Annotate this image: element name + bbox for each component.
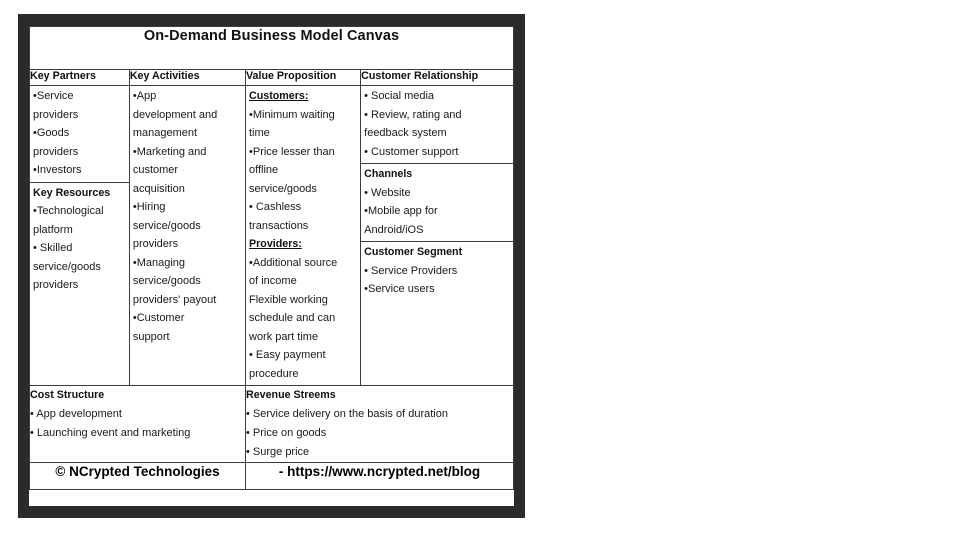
list-item: service/goods — [33, 260, 101, 273]
list-item: •Service users — [364, 283, 435, 295]
block-customer-segment: Customer Segment • Service Providers •Se… — [361, 241, 513, 301]
column-header-key-partners: Key Partners — [29, 69, 130, 86]
list-item: • Launching event and marketing — [30, 426, 191, 439]
list-item: providers — [33, 279, 79, 291]
footer-copyright: © NCrypted Technologies — [55, 463, 220, 479]
canvas-body-row: •Service providers •Goods providers •Inv… — [29, 85, 514, 386]
footer-url-link[interactable]: - https://www.ncrypted.net/blog — [279, 464, 480, 479]
block-channels: Channels • Website •Mobile app for Andro… — [361, 163, 513, 241]
block-title-cost-structure: Cost Structure — [30, 389, 105, 401]
list-item: •Minimum waiting — [249, 108, 335, 121]
list-item: • Service delivery on the basis of durat… — [246, 407, 448, 420]
list-item: • App development — [30, 407, 122, 420]
list-item: •Price lesser than — [249, 145, 335, 158]
block-title-customers: Customers: — [249, 90, 309, 102]
block-value-proposition: Customers: •Minimum waiting time •Price … — [246, 86, 360, 385]
column-header-row: Key Partners Key Activities Value Propos… — [29, 69, 514, 86]
canvas-outer-frame: On-Demand Business Model Canvas Key Part… — [18, 14, 525, 518]
list-item: •Investors — [33, 164, 82, 176]
canvas-title-row: On-Demand Business Model Canvas — [29, 26, 514, 70]
footer-url-cell[interactable]: - https://www.ncrypted.net/blog — [245, 461, 514, 490]
list-item: offline — [249, 164, 279, 176]
list-item: •Goods — [33, 127, 70, 139]
list-item: •Customer — [132, 312, 185, 324]
list-item: work part time — [249, 330, 319, 343]
cell-cost-structure: Cost Structure • App development • Launc… — [29, 385, 246, 463]
list-item: management — [132, 127, 198, 139]
block-customer-relationship: • Social media • Review, rating and feed… — [361, 86, 513, 163]
block-title-channels: Channels — [364, 168, 413, 180]
column-header-value-proposition: Value Proposition — [244, 69, 362, 86]
list-item: providers — [132, 238, 179, 250]
list-item: • Easy payment — [249, 349, 326, 361]
list-item: time — [249, 127, 270, 139]
list-item: • Cashless — [249, 201, 302, 213]
list-item: transactions — [249, 219, 309, 232]
list-item: providers' payout — [132, 293, 217, 306]
list-item: service/goods — [132, 219, 201, 232]
list-item: •Hiring — [132, 201, 166, 213]
list-item: • Customer support — [364, 145, 459, 158]
list-item: development and — [132, 108, 218, 121]
canvas-title-cell: On-Demand Business Model Canvas — [29, 26, 514, 70]
block-key-partners: •Service providers •Goods providers •Inv… — [30, 86, 129, 182]
list-item: providers — [33, 145, 79, 158]
list-item: schedule and can — [249, 312, 336, 324]
canvas-bottom-row: Cost Structure • App development • Launc… — [29, 385, 514, 463]
list-item: •Marketing and — [132, 145, 207, 158]
block-title-revenue-streams: Revenue Streems — [246, 389, 336, 401]
list-item: • Review, rating and — [364, 108, 462, 121]
block-title-customer-segment: Customer Segment — [364, 246, 463, 258]
list-item: feedback system — [364, 127, 447, 139]
list-item: service/goods — [132, 275, 201, 287]
cell-customer-relationship-channels-segment: • Social media • Review, rating and feed… — [360, 85, 514, 386]
list-item: • Website — [364, 186, 411, 199]
list-item: •Additional source — [249, 256, 338, 269]
list-item: Android/iOS — [364, 223, 424, 236]
list-item: • Service Providers — [364, 264, 458, 277]
cell-key-partners-resources: •Service providers •Goods providers •Inv… — [29, 85, 130, 386]
list-item: providers — [33, 108, 79, 121]
block-title-key-resources: Key Resources — [33, 186, 111, 199]
list-item: acquisition — [132, 182, 185, 195]
list-item: Flexible working — [249, 293, 328, 306]
column-header-key-activities: Key Activities — [128, 69, 247, 86]
list-item: • Social media — [364, 90, 435, 102]
list-item: procedure — [249, 367, 299, 380]
list-item: customer — [132, 164, 179, 176]
list-item: • Price on goods — [246, 426, 327, 439]
canvas-footer-row: © NCrypted Technologies - https://www.nc… — [29, 461, 514, 490]
block-key-activities: •App development and management •Marketi… — [130, 86, 245, 348]
block-title-providers: Providers: — [249, 238, 302, 250]
list-item: • Surge price — [246, 445, 310, 458]
cell-value-proposition: Customers: •Minimum waiting time •Price … — [244, 85, 362, 386]
cell-key-activities: •App development and management •Marketi… — [128, 85, 247, 386]
list-item: •Managing — [132, 256, 186, 269]
column-header-customer-relationship: Customer Relationship — [360, 69, 514, 86]
list-item: service/goods — [249, 182, 317, 195]
footer-copyright-cell: © NCrypted Technologies — [29, 461, 246, 490]
list-item: of income — [249, 275, 297, 287]
cell-revenue-streams: Revenue Streems • Service delivery on th… — [245, 385, 514, 463]
list-item: platform — [33, 223, 73, 236]
list-item: •Service — [33, 90, 74, 102]
list-item: • Skilled — [33, 242, 73, 254]
canvas-sheet: On-Demand Business Model Canvas Key Part… — [29, 26, 514, 506]
block-key-resources: Key Resources •Technological platform • … — [30, 181, 129, 297]
business-model-canvas-table: On-Demand Business Model Canvas Key Part… — [29, 26, 514, 490]
list-item: •Technological — [33, 205, 104, 217]
page-title: On-Demand Business Model Canvas — [143, 28, 400, 44]
list-item: support — [132, 330, 170, 343]
list-item: •Mobile app for — [364, 205, 438, 217]
list-item: •App — [132, 90, 157, 102]
